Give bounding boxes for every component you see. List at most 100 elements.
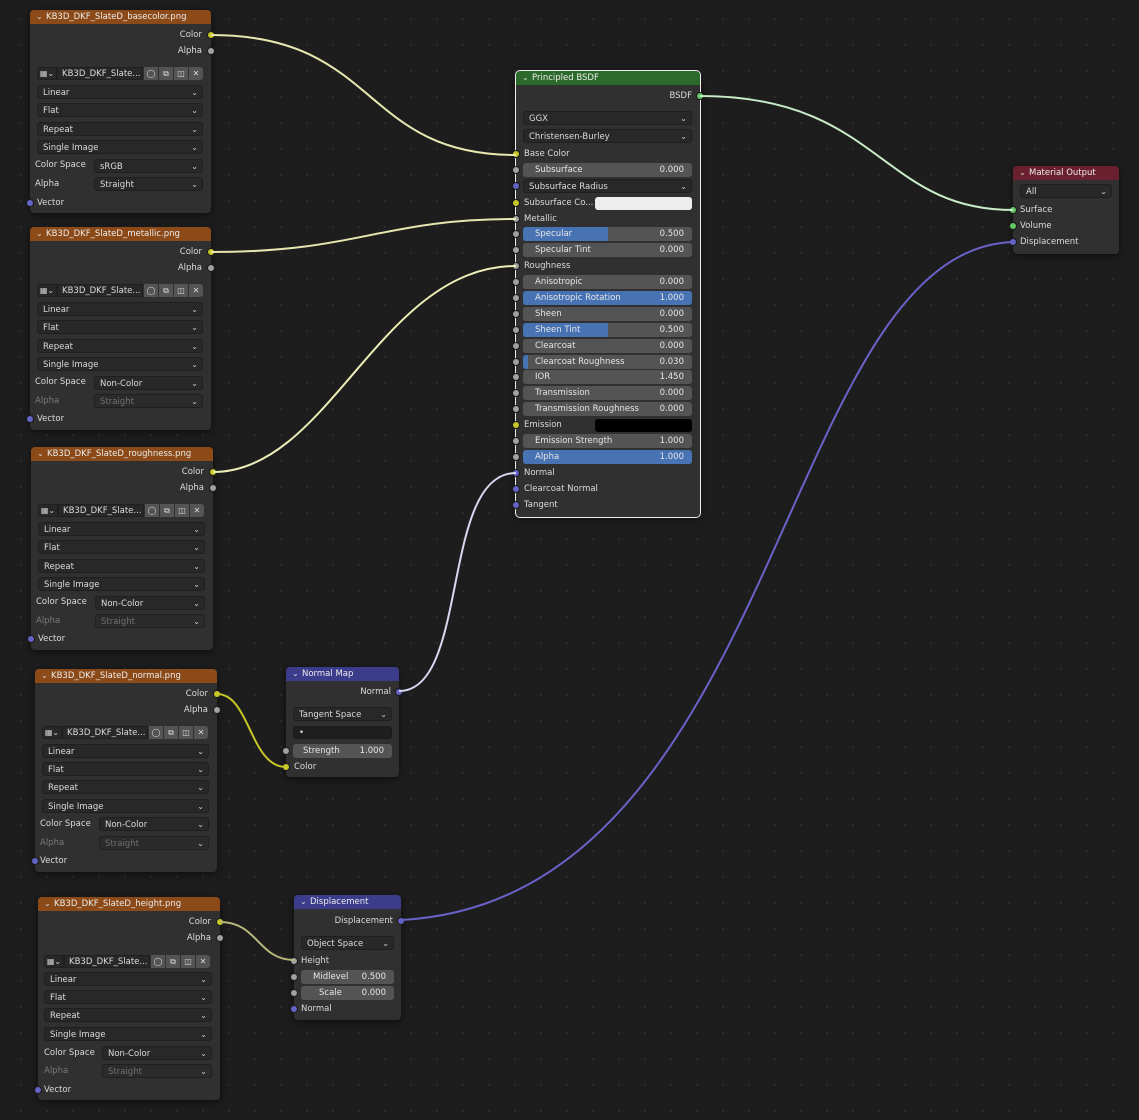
subsurface-color-swatch[interactable] xyxy=(595,197,692,210)
image-browse-icon[interactable]: ▦⌄ xyxy=(38,503,58,517)
unlink-x-icon[interactable]: ✕ xyxy=(189,503,204,517)
clearcoat-slider[interactable]: Clearcoat 0.000 xyxy=(523,339,692,353)
collapse-chevron-icon[interactable]: ⌄ xyxy=(522,71,532,85)
source-dropdown[interactable]: Single Image ⌄ xyxy=(44,1027,212,1041)
midlevel-slider[interactable]: Midlevel 0.500 xyxy=(301,970,394,984)
color-space-dropdown[interactable]: Non-Color ⌄ xyxy=(102,1046,212,1060)
image-name-field[interactable]: KB3D_DKF_Slate... xyxy=(64,954,150,968)
duplicate-icon[interactable]: ⧉ xyxy=(159,503,174,517)
unlink-x-icon[interactable]: ✕ xyxy=(195,954,210,968)
input-transmission-socket[interactable] xyxy=(513,390,519,396)
input-anisotropic-socket[interactable] xyxy=(513,279,519,285)
interpolation-dropdown[interactable]: Linear ⌄ xyxy=(37,85,203,99)
fake-user-shield-icon[interactable]: ◯ xyxy=(144,503,159,517)
image-texture-node-height[interactable]: ⌄ KB3D_DKF_SlateD_height.png Color Alpha … xyxy=(35,897,223,1100)
interpolation-dropdown[interactable]: Linear ⌄ xyxy=(37,302,203,316)
node-header[interactable]: ⌄ Displacement xyxy=(294,895,401,909)
image-browse-icon[interactable]: ▦⌄ xyxy=(37,66,57,80)
node-header[interactable]: ⌄ KB3D_DKF_SlateD_normal.png xyxy=(35,669,217,683)
output-displacement-socket[interactable] xyxy=(398,918,404,924)
image-selector[interactable]: ▦⌄ KB3D_DKF_Slate... ◯ ⧉ ◫ ✕ xyxy=(42,725,208,739)
node-header[interactable]: ⌄ Principled BSDF xyxy=(516,71,700,85)
input-vector-socket[interactable] xyxy=(27,200,33,206)
input-emission-socket[interactable] xyxy=(513,422,519,428)
clearcoat-roughness-slider[interactable]: Clearcoat Roughness 0.030 xyxy=(523,355,692,369)
collapse-chevron-icon[interactable]: ⌄ xyxy=(300,895,310,909)
output-color-socket[interactable] xyxy=(208,249,214,255)
space-dropdown[interactable]: Object Space ⌄ xyxy=(301,936,394,950)
projection-dropdown[interactable]: Flat ⌄ xyxy=(38,540,205,554)
normal-map-node[interactable]: ⌄ Normal Map Normal Tangent Space ⌄ • Stre… xyxy=(283,667,402,777)
collapse-chevron-icon[interactable]: ⌄ xyxy=(44,897,54,911)
node-header[interactable]: ⌄ KB3D_DKF_SlateD_roughness.png xyxy=(31,447,213,461)
unlink-x-icon[interactable]: ✕ xyxy=(188,283,203,297)
input-subsurface-radius-socket[interactable] xyxy=(513,183,519,189)
input-strength-socket[interactable] xyxy=(283,748,289,754)
sheen-tint-slider[interactable]: Sheen Tint 0.500 xyxy=(523,323,692,337)
input-sheen-socket[interactable] xyxy=(513,311,519,317)
image-texture-node-normal[interactable]: ⌄ KB3D_DKF_SlateD_normal.png Color Alpha … xyxy=(32,669,220,872)
alpha-slider[interactable]: Alpha 1.000 xyxy=(523,450,692,464)
projection-dropdown[interactable]: Flat ⌄ xyxy=(42,762,209,776)
duplicate-icon[interactable]: ⧉ xyxy=(158,66,173,80)
unlink-x-icon[interactable]: ✕ xyxy=(193,725,208,739)
interpolation-dropdown[interactable]: Linear ⌄ xyxy=(38,522,205,536)
subsurface-radius-dropdown[interactable]: Subsurface Radius ⌄ xyxy=(523,179,692,193)
extension-dropdown[interactable]: Repeat ⌄ xyxy=(37,339,203,353)
specular-slider[interactable]: Specular 0.500 xyxy=(523,227,692,241)
input-normal-socket[interactable] xyxy=(513,470,519,476)
input-scale-socket[interactable] xyxy=(291,990,297,996)
specular-tint-slider[interactable]: Specular Tint 0.000 xyxy=(523,243,692,257)
image-texture-node-basecolor[interactable]: ⌄ KB3D_DKF_SlateD_basecolor.png Color Alp… xyxy=(27,10,214,213)
input-tangent-socket[interactable] xyxy=(513,502,519,508)
open-folder-icon[interactable]: ◫ xyxy=(173,66,188,80)
source-dropdown[interactable]: Single Image ⌄ xyxy=(37,140,203,154)
input-midlevel-socket[interactable] xyxy=(291,974,297,980)
input-roughness-socket[interactable] xyxy=(513,263,519,269)
input-transmission-roughness-socket[interactable] xyxy=(513,406,519,412)
sheen-slider[interactable]: Sheen 0.000 xyxy=(523,307,692,321)
extension-dropdown[interactable]: Repeat ⌄ xyxy=(38,559,205,573)
projection-dropdown[interactable]: Flat ⌄ xyxy=(44,990,212,1004)
collapse-chevron-icon[interactable]: ⌄ xyxy=(41,669,51,683)
node-header[interactable]: ⌄ KB3D_DKF_SlateD_basecolor.png xyxy=(30,10,211,24)
input-subsurface-color-socket[interactable] xyxy=(513,200,519,206)
image-name-field[interactable]: KB3D_DKF_Slate... xyxy=(58,503,144,517)
input-normal-socket[interactable] xyxy=(291,1006,297,1012)
target-dropdown[interactable]: All ⌄ xyxy=(1020,184,1112,198)
image-texture-node-roughness[interactable]: ⌄ KB3D_DKF_SlateD_roughness.png Color Alp… xyxy=(28,447,216,650)
transmission-roughness-slider[interactable]: Transmission Roughness 0.000 xyxy=(523,402,692,416)
open-folder-icon[interactable]: ◫ xyxy=(180,954,195,968)
node-header[interactable]: ⌄ KB3D_DKF_SlateD_height.png xyxy=(38,897,220,911)
material-output-node[interactable]: ⌄ Material Output All ⌄ Surface Volume Dis… xyxy=(1010,166,1119,254)
fake-user-shield-icon[interactable]: ◯ xyxy=(150,954,165,968)
color-space-dropdown[interactable]: Non-Color ⌄ xyxy=(99,817,209,831)
fake-user-shield-icon[interactable]: ◯ xyxy=(148,725,163,739)
output-color-socket[interactable] xyxy=(208,32,214,38)
collapse-chevron-icon[interactable]: ⌄ xyxy=(36,227,46,241)
input-ior-socket[interactable] xyxy=(513,374,519,380)
source-dropdown[interactable]: Single Image ⌄ xyxy=(38,577,205,591)
image-name-field[interactable]: KB3D_DKF_Slate... xyxy=(57,283,143,297)
projection-dropdown[interactable]: Flat ⌄ xyxy=(37,103,203,117)
input-vector-socket[interactable] xyxy=(35,1087,41,1093)
input-displacement-socket[interactable] xyxy=(1010,239,1016,245)
input-height-socket[interactable] xyxy=(291,958,297,964)
scale-slider[interactable]: Scale 0.000 xyxy=(301,986,394,1000)
duplicate-icon[interactable]: ⧉ xyxy=(163,725,178,739)
color-space-dropdown[interactable]: sRGB ⌄ xyxy=(94,159,203,173)
output-color-socket[interactable] xyxy=(210,469,216,475)
output-color-socket[interactable] xyxy=(217,919,223,925)
image-selector[interactable]: ▦⌄ KB3D_DKF_Slate... ◯ ⧉ ◫ ✕ xyxy=(44,954,210,968)
image-texture-node-metallic[interactable]: ⌄ KB3D_DKF_SlateD_metallic.png Color Alph… xyxy=(27,227,214,430)
open-folder-icon[interactable]: ◫ xyxy=(174,503,189,517)
image-selector[interactable]: ▦⌄ KB3D_DKF_Slate... ◯ ⧉ ◫ ✕ xyxy=(37,283,203,297)
duplicate-icon[interactable]: ⧉ xyxy=(165,954,180,968)
emission-strength-slider[interactable]: Emission Strength 1.000 xyxy=(523,434,692,448)
input-subsurface-socket[interactable] xyxy=(513,167,519,173)
output-alpha-socket[interactable] xyxy=(210,485,216,491)
input-volume-socket[interactable] xyxy=(1010,223,1016,229)
input-anisotropic-rotation-socket[interactable] xyxy=(513,295,519,301)
interpolation-dropdown[interactable]: Linear ⌄ xyxy=(44,972,212,986)
ior-slider[interactable]: IOR 1.450 xyxy=(523,370,692,384)
